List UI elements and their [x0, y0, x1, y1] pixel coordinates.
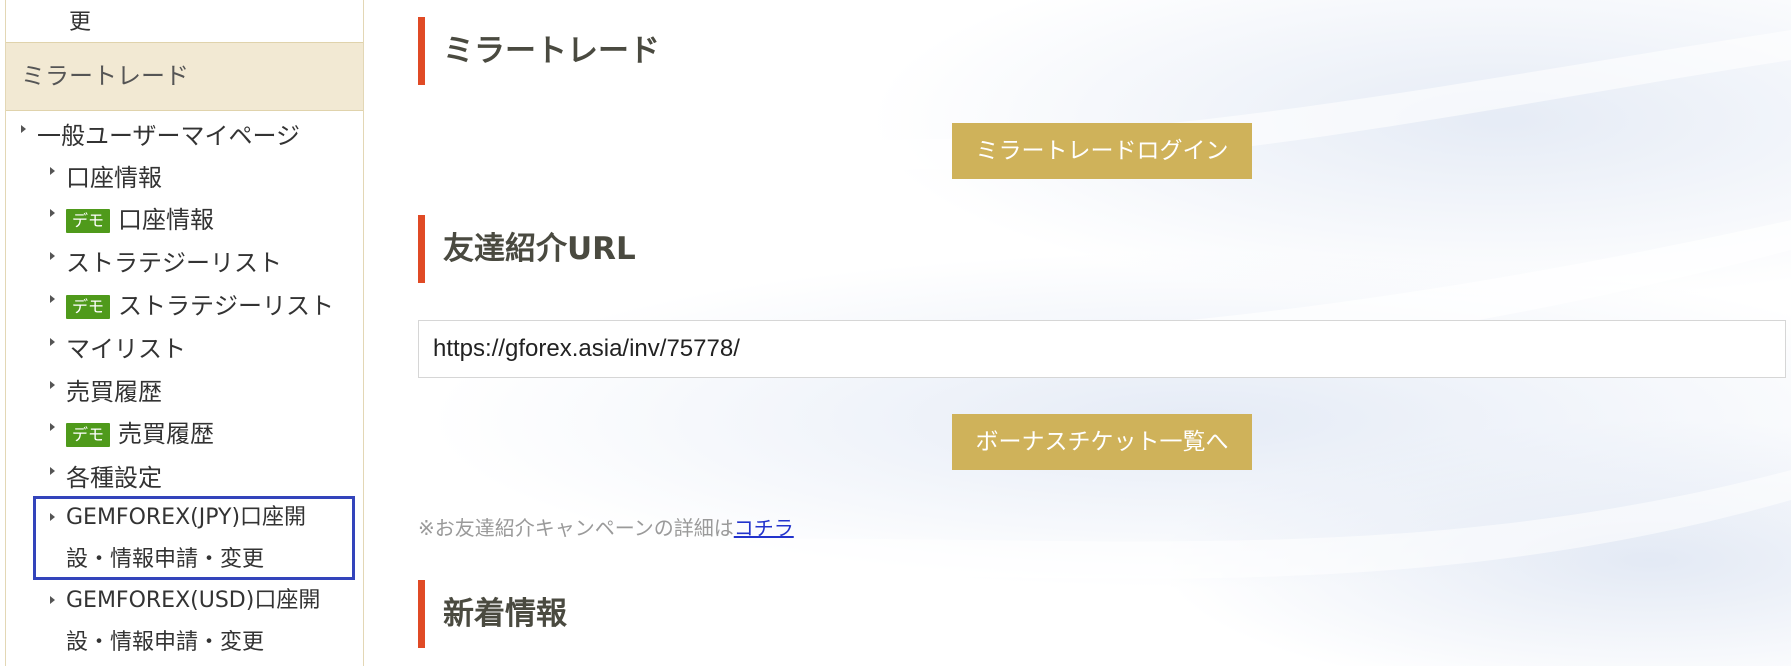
sidebar-item-label: ストラテジーリスト	[66, 249, 282, 277]
sidebar-item-label: 口座情報	[66, 164, 162, 192]
sidebar-item-label-line2: 設・情報申請・変更	[66, 547, 265, 572]
triangle-right-icon	[50, 209, 55, 217]
sidebar-item-account-info[interactable]: 口座情報	[50, 158, 162, 193]
referral-url-section-title: 友達紹介URL	[418, 215, 636, 283]
triangle-right-icon	[50, 167, 55, 175]
sidebar-prev-item-fragment[interactable]: 更	[69, 4, 91, 36]
triangle-right-icon	[50, 596, 55, 604]
triangle-right-icon	[50, 467, 55, 475]
triangle-right-icon	[50, 513, 55, 521]
sidebar-item-settings[interactable]: 各種設定	[50, 458, 162, 493]
referral-details-link[interactable]: コチラ	[734, 516, 794, 540]
sidebar-item-demo-trade-history[interactable]: デモ 売買履歴	[50, 414, 215, 449]
triangle-right-icon	[21, 125, 26, 133]
demo-badge: デモ	[66, 423, 111, 447]
mirror-trade-section-title: ミラートレード	[418, 17, 660, 85]
referral-url-field[interactable]: https://gforex.asia/inv/75778/	[418, 320, 1786, 378]
demo-badge: デモ	[66, 209, 111, 233]
demo-badge: デモ	[66, 295, 111, 319]
sidebar-item-label: 一般ユーザーマイページ	[37, 122, 301, 150]
sidebar-item-my-list[interactable]: マイリスト	[50, 329, 186, 364]
sidebar-item-label: 口座情報	[118, 206, 215, 234]
sidebar-item-gemforex-jpy-account[interactable]: GEMFOREX(JPY)口座開 設・情報申請・変更	[50, 497, 307, 581]
news-section-title: 新着情報	[418, 580, 567, 648]
sidebar-item-gemforex-usd-account[interactable]: GEMFOREX(USD)口座開 設・情報申請・変更	[50, 580, 321, 664]
sidebar-section-header: ミラートレード	[6, 42, 363, 111]
sidebar-item-trade-history[interactable]: 売買履歴	[50, 372, 162, 407]
sidebar-item-label: マイリスト	[66, 335, 186, 363]
sidebar-item-label-line1: GEMFOREX(JPY)口座開	[66, 505, 307, 530]
sidebar-item-demo-account-info[interactable]: デモ 口座情報	[50, 200, 215, 235]
sidebar-item-strategy-list[interactable]: ストラテジーリスト	[50, 243, 282, 278]
sidebar-item-label: 売買履歴	[118, 420, 215, 448]
sidebar: 更 ミラートレード 一般ユーザーマイページ 口座情報 デモ 口座情報 ストラテジー…	[5, 0, 364, 666]
referral-note-text: ※お友達紹介キャンペーンの詳細は	[418, 516, 734, 540]
sidebar-item-label: ストラテジーリスト	[118, 292, 335, 320]
sidebar-item-demo-strategy-list[interactable]: デモ ストラテジーリスト	[50, 286, 335, 321]
sidebar-item-label-line1: GEMFOREX(USD)口座開	[66, 588, 321, 613]
bonus-ticket-list-button[interactable]: ボーナスチケット一覧へ	[952, 414, 1252, 470]
sidebar-item-general-mypage[interactable]: 一般ユーザーマイページ	[21, 116, 301, 151]
referral-campaign-note: ※お友達紹介キャンペーンの詳細はコチラ	[418, 512, 794, 541]
sidebar-item-label: 各種設定	[66, 464, 162, 492]
triangle-right-icon	[50, 381, 55, 389]
mirror-trade-login-button[interactable]: ミラートレードログイン	[952, 123, 1252, 179]
triangle-right-icon	[50, 338, 55, 346]
triangle-right-icon	[50, 295, 55, 303]
triangle-right-icon	[50, 252, 55, 260]
triangle-right-icon	[50, 423, 55, 431]
sidebar-item-label-line2: 設・情報申請・変更	[66, 630, 265, 655]
sidebar-item-label: 売買履歴	[66, 378, 162, 406]
